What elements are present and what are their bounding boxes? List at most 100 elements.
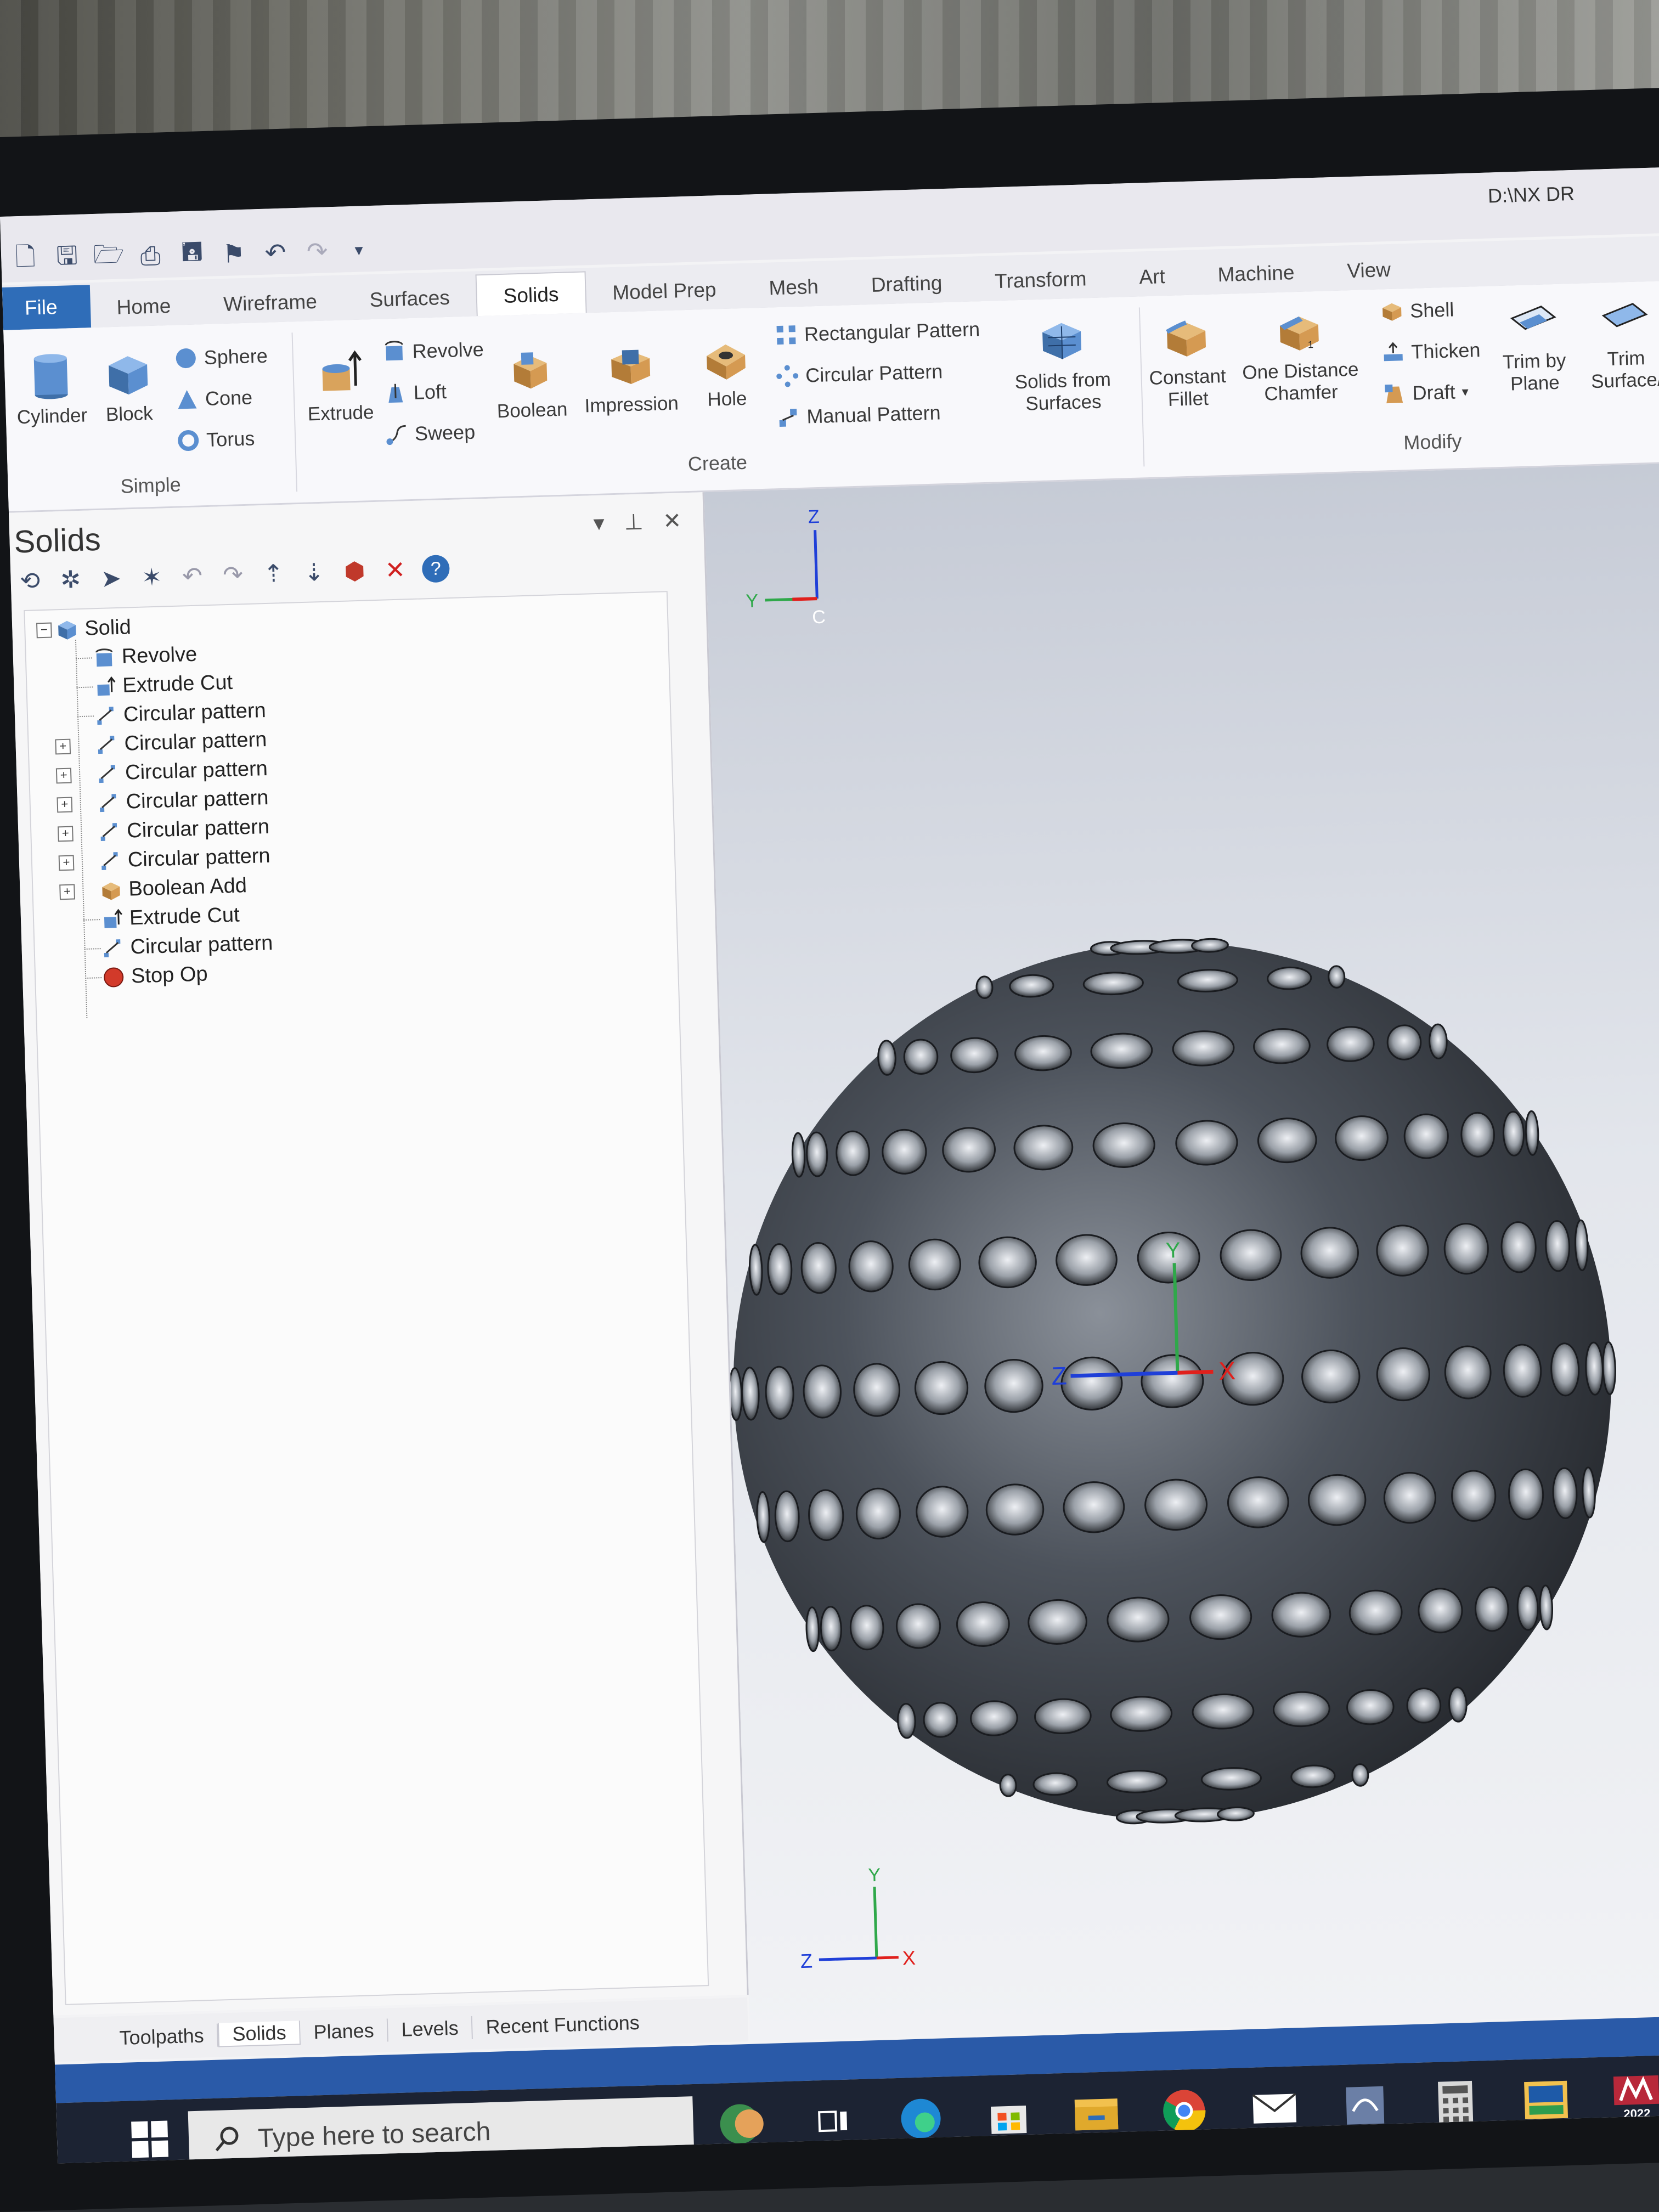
tab-recent-functions[interactable]: Recent Functions xyxy=(472,2011,653,2039)
boolean-button[interactable]: Boolean xyxy=(495,344,568,423)
tree-item-circular-pattern[interactable]: Circular pattern xyxy=(97,786,269,815)
tab-art[interactable]: Art xyxy=(1113,264,1192,297)
tree-item-circular-pattern[interactable]: Circular pattern xyxy=(101,932,273,960)
tab-drafting[interactable]: Drafting xyxy=(844,271,969,306)
tree-expander[interactable]: + xyxy=(55,768,72,784)
customize-dropdown-icon[interactable]: ▾ xyxy=(345,236,372,263)
rectangular-pattern-button[interactable]: Rectangular Pattern xyxy=(774,318,980,347)
circular-pattern-button[interactable]: Circular Pattern xyxy=(776,360,943,388)
tab-machine[interactable]: Machine xyxy=(1191,261,1321,295)
tab-surfaces[interactable]: Surfaces xyxy=(343,285,477,320)
trim-by-plane-button[interactable]: Trim by Plane xyxy=(1501,295,1567,395)
store-icon[interactable] xyxy=(983,2091,1034,2142)
mail-icon[interactable] xyxy=(1249,2083,1300,2134)
hole-button[interactable]: Hole xyxy=(701,333,752,411)
save-icon[interactable]: 🖫 xyxy=(54,241,81,272)
cylinder-button[interactable]: Cylinder xyxy=(15,349,88,428)
tree-item-stop-op[interactable]: Stop Op xyxy=(103,962,208,989)
tree-item-circular-pattern[interactable]: Circular pattern xyxy=(98,815,270,844)
tab-mesh[interactable]: Mesh xyxy=(742,274,845,308)
tree-item-boolean-add[interactable]: Boolean Add xyxy=(100,874,247,902)
delete-icon[interactable]: ✕ xyxy=(381,556,409,584)
sphere-hole xyxy=(1376,1347,1430,1402)
chrome-icon[interactable] xyxy=(1159,2085,1210,2136)
draft-button[interactable]: Draft ▾ xyxy=(1383,380,1469,406)
mastercam-icon[interactable]: 2022 xyxy=(1611,2072,1659,2123)
app-icon[interactable] xyxy=(1340,2080,1391,2131)
tab-solids-manager[interactable]: Solids xyxy=(217,2021,301,2047)
one-distance-chamfer-button[interactable]: 1 One Distance Chamfer xyxy=(1240,304,1359,406)
draft-dropdown-icon[interactable]: ▾ xyxy=(1462,383,1469,399)
close-icon[interactable]: ✕ xyxy=(663,508,682,534)
solids-from-surfaces-button[interactable]: Solids from Surfaces xyxy=(1013,314,1111,415)
cone-button[interactable]: Cone xyxy=(175,386,253,411)
tab-wireframe[interactable]: Wireframe xyxy=(197,290,344,325)
print-icon[interactable]: ⎙ xyxy=(137,241,164,270)
tree-expander[interactable]: + xyxy=(58,855,75,871)
tree-expander[interactable]: + xyxy=(57,797,73,813)
tree-item-circular-pattern[interactable]: Circular pattern xyxy=(95,728,267,757)
tree-expander[interactable]: − xyxy=(36,622,52,639)
stop-op-icon[interactable]: ⬢ xyxy=(341,557,369,585)
panel-dropdown-icon[interactable]: ▾ xyxy=(593,511,605,537)
tab-toolpaths[interactable]: Toolpaths xyxy=(105,2023,219,2050)
regenerate-all-icon[interactable]: ✲ xyxy=(57,566,84,594)
calculator-icon[interactable] xyxy=(1430,2077,1481,2128)
redo-icon[interactable]: ↷ xyxy=(303,236,330,266)
move-up-icon[interactable]: ⇡ xyxy=(259,560,287,588)
fp-app-icon[interactable] xyxy=(1521,2075,1572,2126)
new-file-icon[interactable]: 🗋 xyxy=(12,242,39,273)
tree-item-extrude-cut[interactable]: Extrude Cut xyxy=(100,904,240,931)
revolve-button[interactable]: Revolve xyxy=(382,338,484,364)
graphics-viewport[interactable]: Z Y C X Y Z X Y Z xyxy=(704,460,1659,2041)
undo-icon[interactable]: ↶ xyxy=(262,238,289,267)
tree-expander[interactable]: + xyxy=(59,884,75,900)
impression-button[interactable]: Impression xyxy=(583,338,679,417)
sphere-button[interactable]: Sphere xyxy=(174,345,268,370)
block-button[interactable]: Block xyxy=(103,348,154,426)
windows-start-icon[interactable] xyxy=(128,2116,173,2161)
tab-file[interactable]: File xyxy=(2,285,91,330)
select-all-icon[interactable]: ✶ xyxy=(138,563,166,591)
tab-transform[interactable]: Transform xyxy=(968,267,1114,302)
undo-icon[interactable]: ↶ xyxy=(178,562,206,590)
tab-home[interactable]: Home xyxy=(90,294,198,328)
extrude-button[interactable]: Extrude xyxy=(306,347,374,426)
news-weather-icon[interactable] xyxy=(714,2098,765,2149)
tree-item-extrude-cut[interactable]: Extrude Cut xyxy=(94,671,233,698)
sphere-hole xyxy=(1301,1349,1361,1404)
loft-button[interactable]: Loft xyxy=(383,380,447,405)
constant-fillet-button[interactable]: Constant Fillet xyxy=(1147,311,1227,411)
file-explorer-icon[interactable] xyxy=(1071,2088,1122,2139)
torus-button[interactable]: Torus xyxy=(177,427,255,452)
edge-browser-icon[interactable] xyxy=(895,2093,946,2144)
trim-surface-button[interactable]: Trim Surface/ xyxy=(1588,292,1659,393)
help-icon[interactable]: ? xyxy=(421,554,450,583)
open-folder-icon[interactable]: 🗁 xyxy=(93,239,125,270)
tab-model-prep[interactable]: Model Prep xyxy=(586,278,743,313)
tree-expander[interactable]: + xyxy=(55,738,71,755)
gnomon-z-label: Z xyxy=(808,506,820,528)
save-as-icon[interactable]: 🖪 xyxy=(179,237,206,268)
sweep-button[interactable]: Sweep xyxy=(385,420,476,446)
tree-item-revolve[interactable]: Revolve xyxy=(93,643,198,670)
tab-planes[interactable]: Planes xyxy=(300,2018,389,2045)
manual-pattern-button[interactable]: Manual Pattern xyxy=(777,401,941,429)
tree-expander[interactable]: + xyxy=(58,826,74,842)
tab-solids[interactable]: Solids xyxy=(475,271,587,317)
tree-item-circular-pattern[interactable]: Circular pattern xyxy=(94,699,266,727)
redo-icon[interactable]: ↷ xyxy=(219,561,247,589)
move-down-icon[interactable]: ⇣ xyxy=(300,558,328,586)
tree-item-circular-pattern[interactable]: Circular pattern xyxy=(99,844,270,873)
shell-button[interactable]: Shell xyxy=(1380,298,1454,323)
select-icon[interactable]: ➤ xyxy=(97,565,125,592)
thicken-button[interactable]: Thicken xyxy=(1381,338,1481,364)
tree-item-circular-pattern[interactable]: Circular pattern xyxy=(97,757,268,786)
tree-item-solid[interactable]: Solid xyxy=(56,616,132,641)
flag-icon[interactable]: ⚑ xyxy=(220,239,247,268)
tab-levels[interactable]: Levels xyxy=(387,2016,473,2042)
tab-view[interactable]: View xyxy=(1321,257,1418,291)
task-view-icon[interactable] xyxy=(808,2096,859,2147)
pin-icon[interactable]: ⊥ xyxy=(624,509,644,535)
regenerate-icon[interactable]: ⟲ xyxy=(16,567,44,595)
